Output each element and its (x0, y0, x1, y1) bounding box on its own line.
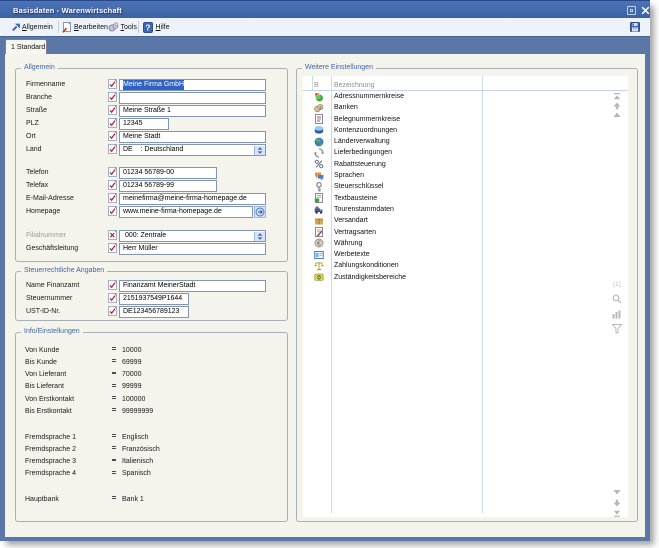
svg-text:€: € (317, 241, 321, 248)
svg-text:?: ? (145, 23, 150, 33)
